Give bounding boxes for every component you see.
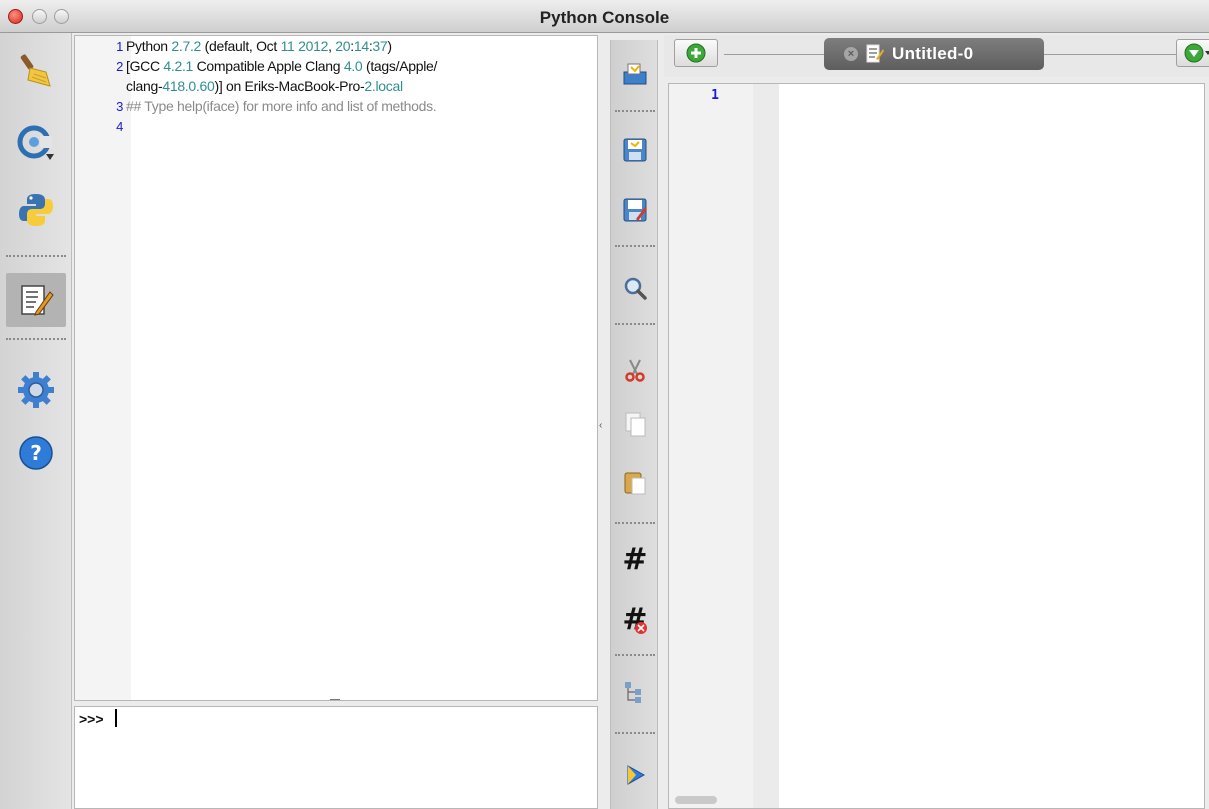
save-as-icon [623,198,647,222]
remove-badge-icon [635,622,648,634]
console-line: 4 [75,116,126,136]
console-line: 3 ## Type help(iface) for more info and l… [75,96,437,116]
toolbar-separator [615,245,655,247]
magnifier-icon [624,277,647,300]
hash-remove-icon: # [622,605,647,635]
paste-icon [624,472,646,495]
run-icon [627,765,646,785]
console-text: 4.0 [343,58,363,74]
console-prompt: >>> [79,711,104,727]
console-line-number: 3 [116,99,123,114]
title-bar: Python Console [0,0,1209,33]
run-script-button[interactable] [615,755,655,795]
comment-button[interactable]: # [615,540,655,580]
help-button[interactable]: ? [6,426,66,480]
console-text: [GCC [126,58,164,74]
editor-line-number-gutter: 1 [669,84,753,808]
toolbar-separator [6,338,66,340]
console-line: clang-418.0.60)] on Eriks-MacBook-Pro-2.… [75,76,403,96]
object-inspector-button[interactable] [615,672,655,712]
console-text: 14 [353,38,369,54]
save-button[interactable] [615,130,655,170]
console-line: 2 [GCC 4.2.1 Compatible Apple Clang 4.0 (… [75,56,437,76]
toolbar-separator [6,255,66,257]
gear-icon [18,372,54,408]
console-input[interactable]: >>> [74,706,598,809]
editor-icon [21,285,54,316]
console-text: 4.2.1 [163,58,194,74]
settings-button[interactable] [6,363,66,417]
close-tab-icon[interactable]: × [844,47,858,61]
console-text: clang- [126,78,163,94]
toolbar-separator [615,323,655,325]
scissors-icon [625,359,645,382]
save-icon [623,138,647,162]
uncomment-button[interactable]: # [615,600,655,640]
console-text: 20 [335,38,351,54]
copy-button[interactable] [615,404,655,444]
editor-splitter-handle[interactable]: ‹ [599,420,605,431]
editor-line-number: 1 [711,88,719,103]
console-text: 37 [372,38,388,54]
save-as-button[interactable] [615,190,655,230]
new-tab-button[interactable] [674,39,718,67]
class-import-icon [17,125,54,160]
open-file-button[interactable] [615,54,655,94]
clear-console-button[interactable] [6,43,66,97]
svg-text:?: ? [30,441,42,465]
tab-untitled-0[interactable]: × Untitled-0 [824,38,1044,70]
toolbar-separator [615,732,655,734]
text-caret [115,709,117,727]
editor-toolbar: # # [610,40,658,809]
editor-tab-bar: × Untitled-0 [664,35,1209,77]
console-text: Compatible Apple Clang [193,58,344,74]
console-toolbar: ? [0,33,72,809]
console-text: (tags/Apple/ [362,58,438,74]
console-text: ## Type help(iface) for more info and li… [126,98,437,114]
show-editor-button[interactable] [6,273,66,327]
console-text: )] on Eriks-MacBook-Pro- [214,78,365,94]
console-text: 418.0.60 [162,78,215,94]
console-text: (default, Oct [201,38,281,54]
tab-list-button[interactable] [1176,39,1209,67]
console-line: 1 Python 2.7.2 (default, Oct 11 2012, 20:… [75,36,392,56]
document-icon [866,44,884,63]
broom-icon [20,54,51,87]
paste-button[interactable] [615,462,655,502]
editor-horizontal-scrollbar[interactable] [671,792,1201,806]
toolbar-separator [615,110,655,112]
console-line-number: 4 [116,119,123,134]
console-splitter-handle[interactable] [330,699,340,703]
console-text: Python [126,38,172,54]
import-class-button[interactable] [6,117,66,171]
plus-icon [686,43,706,63]
console-line-number: 1 [116,39,123,54]
editor-fold-margin [753,84,779,808]
console-output[interactable]: 1 Python 2.7.2 (default, Oct 11 2012, 20:… [74,35,598,701]
scrollbar-thumb[interactable] [675,796,717,804]
console-text: 2.7.2 [171,38,202,54]
tree-icon [625,682,641,703]
console-line-number: 2 [116,59,123,74]
console-text: ) [387,38,392,54]
console-text: 2.local [364,78,403,94]
open-file-icon [623,63,647,85]
tab-menu-icon [1184,43,1209,63]
toolbar-separator [615,654,655,656]
console-text: 2012 [298,38,329,54]
script-editor[interactable]: 1 [668,83,1205,809]
window-title: Python Console [539,8,670,27]
help-icon: ? [19,436,53,470]
hash-icon: # [622,542,648,577]
run-command-button[interactable] [6,183,66,237]
toolbar-separator [615,522,655,524]
console-text: 11 [280,38,295,54]
python-icon [19,194,53,226]
tab-label: Untitled-0 [892,44,974,63]
cut-button[interactable] [615,350,655,390]
copy-icon [625,412,646,437]
find-button[interactable] [615,268,655,308]
